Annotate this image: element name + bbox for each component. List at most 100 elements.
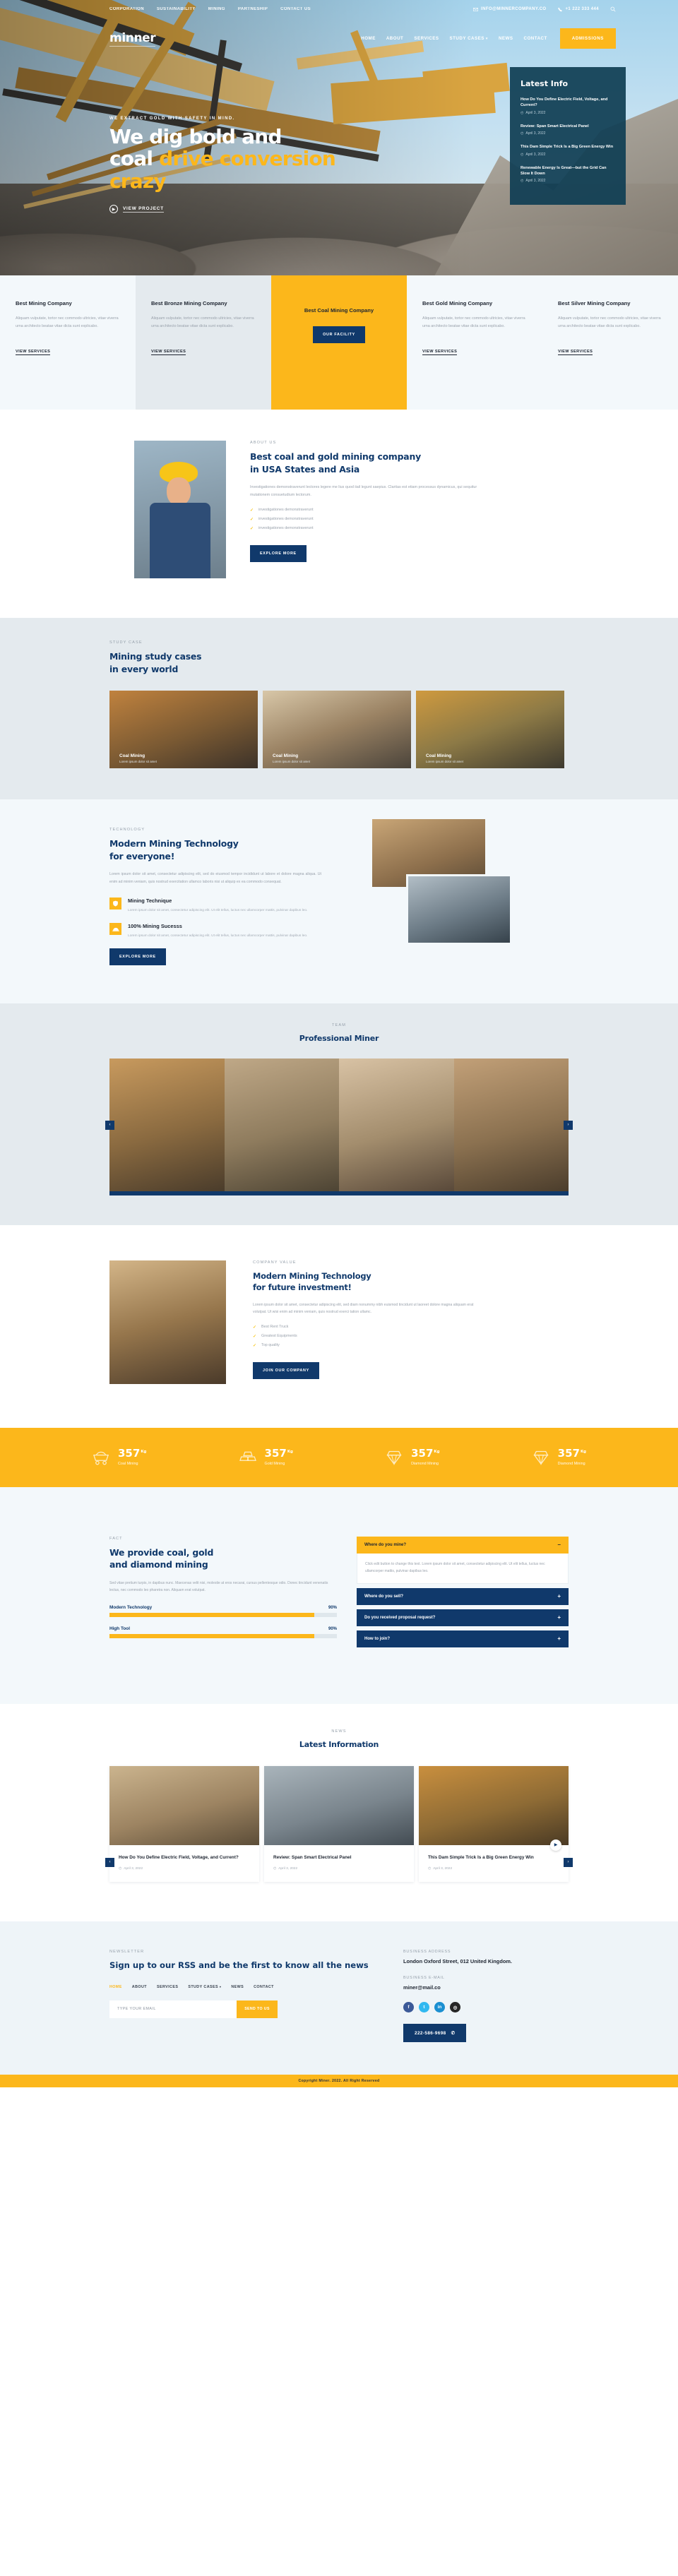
footer-nav-services[interactable]: SERVICES (157, 1985, 178, 1989)
news-image (109, 1765, 259, 1845)
check-icon: ✓ (253, 1334, 257, 1339)
technology-section: TECHNOLOGY Modern Mining Technology for … (0, 799, 678, 1003)
top-email[interactable]: INFO@MINNERCOMPANY.CO (473, 7, 546, 12)
news-card[interactable]: ▶ This Dam Simple Trick Is a Big Green E… (419, 1765, 569, 1883)
company-value-copy: COMPANY VALUE Modern Mining Technology f… (253, 1260, 479, 1384)
latest-info-item[interactable]: This Dam Simple Trick Is a Big Green Ene… (521, 144, 615, 156)
nav-item-study-cases[interactable]: STUDY CASES ▾ (450, 36, 488, 41)
facebook-icon[interactable]: f (403, 2002, 414, 2013)
fact-title-line2: and diamond mining (109, 1559, 208, 1570)
top-link-contact-us[interactable]: CONTACT US (280, 7, 311, 11)
newsletter-email-input[interactable] (109, 2000, 237, 2018)
explore-more-button[interactable]: EXPLORE MORE (250, 544, 307, 562)
technology-explore-button[interactable]: EXPLORE MORE (109, 948, 166, 965)
footer-nav-news[interactable]: NEWS (231, 1985, 244, 1989)
team-member[interactable] (339, 1058, 454, 1191)
service-card-title: Best Bronze Mining Company (151, 300, 227, 306)
footer-nav-contact[interactable]: CONTACT (254, 1985, 274, 1989)
study-case-card[interactable]: Coal Mining Lorem ipsum dolor sit amet (109, 691, 258, 769)
about-title: Best coal and gold mining company in USA… (250, 451, 483, 475)
service-card[interactable]: Best Gold Mining Company Aliquam vulputa… (407, 275, 542, 410)
fact-faq-section: FACT We provide coal, gold and diamond m… (0, 1486, 678, 1705)
nav-item-contact[interactable]: CONTACT (524, 36, 547, 41)
latest-info-item[interactable]: How Do You Define Electric Field, Voltag… (521, 97, 615, 115)
chevron-down-icon: ▾ (219, 1984, 222, 1988)
our-facility-button[interactable]: OUR FACILITY (313, 326, 365, 344)
team-member[interactable] (109, 1058, 225, 1191)
linkedin-icon[interactable]: in (434, 2002, 445, 2013)
hero-title-line2a: coal (109, 147, 160, 171)
footer-nav-about[interactable]: ABOUT (132, 1985, 147, 1989)
service-card-featured[interactable]: Best Coal Mining Company OUR FACILITY (271, 275, 407, 410)
search-icon[interactable] (610, 6, 616, 12)
join-our-company-button[interactable]: JOIN OUR COMPANY (253, 1361, 319, 1379)
nav-item-services[interactable]: SERVICES (414, 36, 439, 41)
stat-value: 357Kg (557, 1447, 586, 1460)
view-services-link[interactable]: VIEW SERVICES (151, 350, 186, 356)
hero-eyebrow: WE EXTRACT GOLD WITH SAFETY IN MIND. (109, 117, 235, 121)
stat-label: Coal Mining (118, 1462, 138, 1467)
view-services-link[interactable]: VIEW SERVICES (558, 350, 593, 356)
view-services-link[interactable]: VIEW SERVICES (422, 350, 458, 356)
chevron-left-icon[interactable]: ‹ (105, 1857, 114, 1867)
top-link-partneship[interactable]: PARTNESHIP (238, 7, 268, 11)
chevron-left-icon[interactable]: ‹ (105, 1120, 114, 1130)
chevron-right-icon[interactable]: › (564, 1120, 573, 1130)
news-section: NEWS Latest Information How Do You Defin… (0, 1704, 678, 1922)
news-card-date: ◴ April 3, 2022 (119, 1867, 250, 1871)
study-case-card[interactable]: Coal Mining Lorem ipsum dolor sit amet (263, 691, 411, 769)
nav-item-about[interactable]: ABOUT (386, 36, 404, 41)
date-text: April 3, 2022 (525, 110, 546, 115)
stat-item: 357Kg Diamond Mining (385, 1448, 439, 1466)
news-eyebrow: NEWS (331, 1729, 347, 1734)
clock-icon: ◴ (521, 179, 524, 184)
nav-item-study-cases-label: STUDY CASES (449, 35, 484, 41)
progress-name: Modern Technology (109, 1605, 153, 1611)
mail-icon (473, 7, 478, 11)
latest-info-item[interactable]: Renewable Energy Is Great—but the Grid C… (521, 165, 615, 184)
service-card[interactable]: Best Silver Mining Company Aliquam vulpu… (542, 275, 678, 410)
team-member[interactable] (224, 1058, 339, 1191)
latest-info-item[interactable]: Review: Span Smart Electrical Panel ◴ Apr… (521, 124, 615, 136)
about-photo (134, 441, 226, 578)
faq-item-header[interactable]: Do you received proposal request? + (357, 1609, 569, 1626)
phone-cta-button[interactable]: 222-586-9698 ✆ (403, 2024, 467, 2043)
admissions-button[interactable]: ADMISSIONS (559, 28, 616, 49)
progress-track (109, 1613, 337, 1618)
date-text: April 3, 2022 (525, 179, 546, 184)
chevron-down-icon: ▾ (485, 36, 488, 41)
logo[interactable]: minner (109, 31, 156, 47)
news-card[interactable]: How Do You Define Electric Field, Voltag… (109, 1765, 259, 1883)
footer-nav-study-cases[interactable]: STUDY CASES ▾ (188, 1985, 221, 1989)
latest-info-item-title: Review: Span Smart Electrical Panel (521, 124, 589, 129)
faq-item-header[interactable]: How to join? + (357, 1630, 569, 1647)
nav-item-home[interactable]: HOME (361, 36, 376, 41)
team-member[interactable] (453, 1058, 569, 1191)
top-link-sustainability[interactable]: SUSTAINABILITY (157, 7, 196, 11)
about-section: ABOUT US Best coal and gold mining compa… (0, 410, 678, 618)
twitter-icon[interactable]: t (419, 2002, 429, 2013)
service-card-title: Best Mining Company (16, 300, 72, 306)
footer-nav-home[interactable]: HOME (109, 1985, 122, 1989)
faq-item-header[interactable]: Where do you sell? + (357, 1587, 569, 1605)
view-services-link[interactable]: VIEW SERVICES (16, 350, 51, 356)
news-card[interactable]: Review: Span Smart Electrical Panel ◴ Apr… (264, 1765, 414, 1883)
faq-item-header-open[interactable]: Where do you mine? – (357, 1536, 569, 1554)
play-icon[interactable]: ▶ (550, 1839, 561, 1851)
study-case-card[interactable]: Coal Mining Lorem ipsum dolor sit amet (416, 691, 564, 769)
nav-item-news[interactable]: NEWS (499, 36, 513, 41)
top-phone[interactable]: +1 222 333 444 (557, 7, 599, 12)
footer-section: NEWSLETTER Sign up to our RSS and be the… (0, 1921, 678, 2075)
view-project-button[interactable]: ▶ VIEW PROJECT (109, 205, 164, 214)
service-card[interactable]: Best Mining Company Aliquam vulputate, t… (0, 275, 136, 410)
news-card-title: How Do You Define Electric Field, Voltag… (119, 1854, 239, 1860)
chevron-right-icon[interactable]: › (564, 1857, 573, 1867)
service-card[interactable]: Best Bronze Mining Company Aliquam vulpu… (136, 275, 271, 410)
newsletter-submit-button[interactable]: SEND TO US (237, 2000, 278, 2018)
instagram-icon[interactable]: ◎ (450, 2002, 460, 2013)
top-link-mining[interactable]: MINING (208, 7, 225, 11)
study-case-section: STUDY CASE Mining study cases in every w… (0, 618, 678, 800)
about-bullet: ✓ investigationes demonstraverunt (250, 517, 483, 522)
service-card-title: Best Silver Mining Company (558, 300, 631, 306)
top-link-corporation[interactable]: CORPORATION (109, 7, 144, 11)
